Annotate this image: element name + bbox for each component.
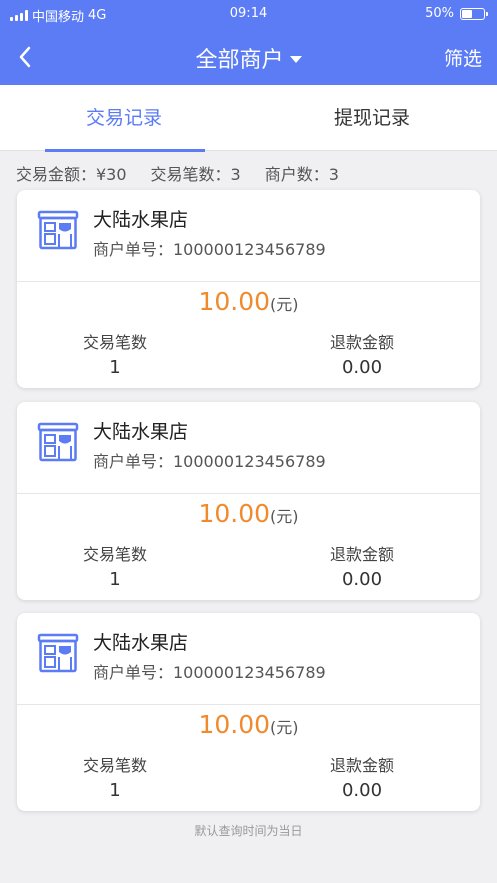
refund-value: 0.00 — [341, 780, 383, 801]
count-label: 交易笔数 — [82, 545, 147, 564]
card-header: 大陆水果店 商户单号：100000123456789 — [17, 402, 480, 494]
battery-level — [462, 9, 472, 18]
summary-amount: 交易金额：¥30 — [16, 165, 127, 184]
refund-amount: 退款金额 0.00 — [262, 541, 462, 590]
amount-unit: (元) — [270, 295, 299, 314]
store-icon — [37, 633, 79, 673]
merchant-selector[interactable]: 全部商户 — [0, 42, 497, 74]
amount-value: 10.00 — [198, 287, 271, 316]
amount-value: 10.00 — [198, 499, 271, 528]
refund-value: 0.00 — [341, 569, 383, 590]
refund-label: 退款金额 — [329, 545, 394, 564]
nav-bar: 全部商户 筛选 — [0, 28, 497, 85]
amount-unit: (元) — [270, 507, 299, 526]
summary-merchants: 商户数：3 — [264, 165, 339, 184]
battery-percent: 50% — [425, 6, 454, 21]
amount-unit: (元) — [270, 718, 299, 737]
page-title: 全部商户 — [195, 48, 284, 73]
count-value: 1 — [109, 569, 121, 590]
refund-amount: 退款金额 0.00 — [262, 752, 462, 801]
store-icon — [37, 210, 79, 250]
active-tab-indicator — [45, 149, 205, 152]
default-query-note: 默认查询时间为当日 — [194, 824, 303, 838]
transaction-amount: 10.00(元) — [17, 287, 480, 316]
tab-withdrawals[interactable]: 提现记录 — [248, 85, 496, 151]
transaction-amount: 10.00(元) — [17, 710, 480, 739]
count-value: 1 — [109, 780, 121, 801]
battery-info: 50% — [425, 6, 488, 21]
merchant-card[interactable]: 大陆水果店 商户单号：100000123456789 10.00(元) 交易笔数… — [17, 190, 480, 388]
merchant-card[interactable]: 大陆水果店 商户单号：100000123456789 10.00(元) 交易笔数… — [17, 402, 480, 600]
count-label: 交易笔数 — [82, 756, 147, 775]
refund-value: 0.00 — [341, 357, 383, 378]
summary-count: 交易笔数：3 — [150, 165, 241, 184]
tab-label: 交易记录 — [85, 107, 162, 129]
transaction-count: 交易笔数 1 — [15, 752, 215, 801]
summary-bar: 交易金额：¥30 交易笔数：3 商户数：3 — [16, 161, 339, 185]
battery-icon — [460, 7, 488, 20]
filter-button[interactable]: 筛选 — [444, 44, 482, 71]
transaction-amount: 10.00(元) — [17, 499, 480, 528]
tab-transactions[interactable]: 交易记录 — [0, 85, 248, 152]
record-tabs: 交易记录 提现记录 — [0, 85, 497, 152]
store-name: 大陆水果店 — [93, 632, 189, 654]
status-bar: 中国移动 4G 09:14 50% — [0, 0, 497, 28]
merchant-order-number: 商户单号：100000123456789 — [93, 452, 326, 471]
merchant-card[interactable]: 大陆水果店 商户单号：100000123456789 10.00(元) 交易笔数… — [17, 613, 480, 811]
caret-down-icon — [289, 56, 302, 63]
merchant-order-number: 商户单号：100000123456789 — [93, 240, 326, 259]
transaction-count: 交易笔数 1 — [15, 329, 215, 378]
store-name: 大陆水果店 — [93, 209, 189, 231]
refund-label: 退款金额 — [329, 333, 394, 352]
store-icon — [37, 422, 79, 462]
card-header: 大陆水果店 商户单号：100000123456789 — [17, 613, 480, 705]
store-name: 大陆水果店 — [93, 421, 189, 443]
count-label: 交易笔数 — [82, 333, 147, 352]
refund-label: 退款金额 — [329, 756, 394, 775]
count-value: 1 — [109, 357, 121, 378]
refund-amount: 退款金额 0.00 — [262, 329, 462, 378]
tab-label: 提现记录 — [333, 107, 410, 129]
amount-value: 10.00 — [198, 710, 271, 739]
merchant-order-number: 商户单号：100000123456789 — [93, 663, 326, 682]
card-header: 大陆水果店 商户单号：100000123456789 — [17, 190, 480, 282]
transaction-count: 交易笔数 1 — [15, 541, 215, 590]
status-time: 09:14 — [229, 6, 268, 21]
